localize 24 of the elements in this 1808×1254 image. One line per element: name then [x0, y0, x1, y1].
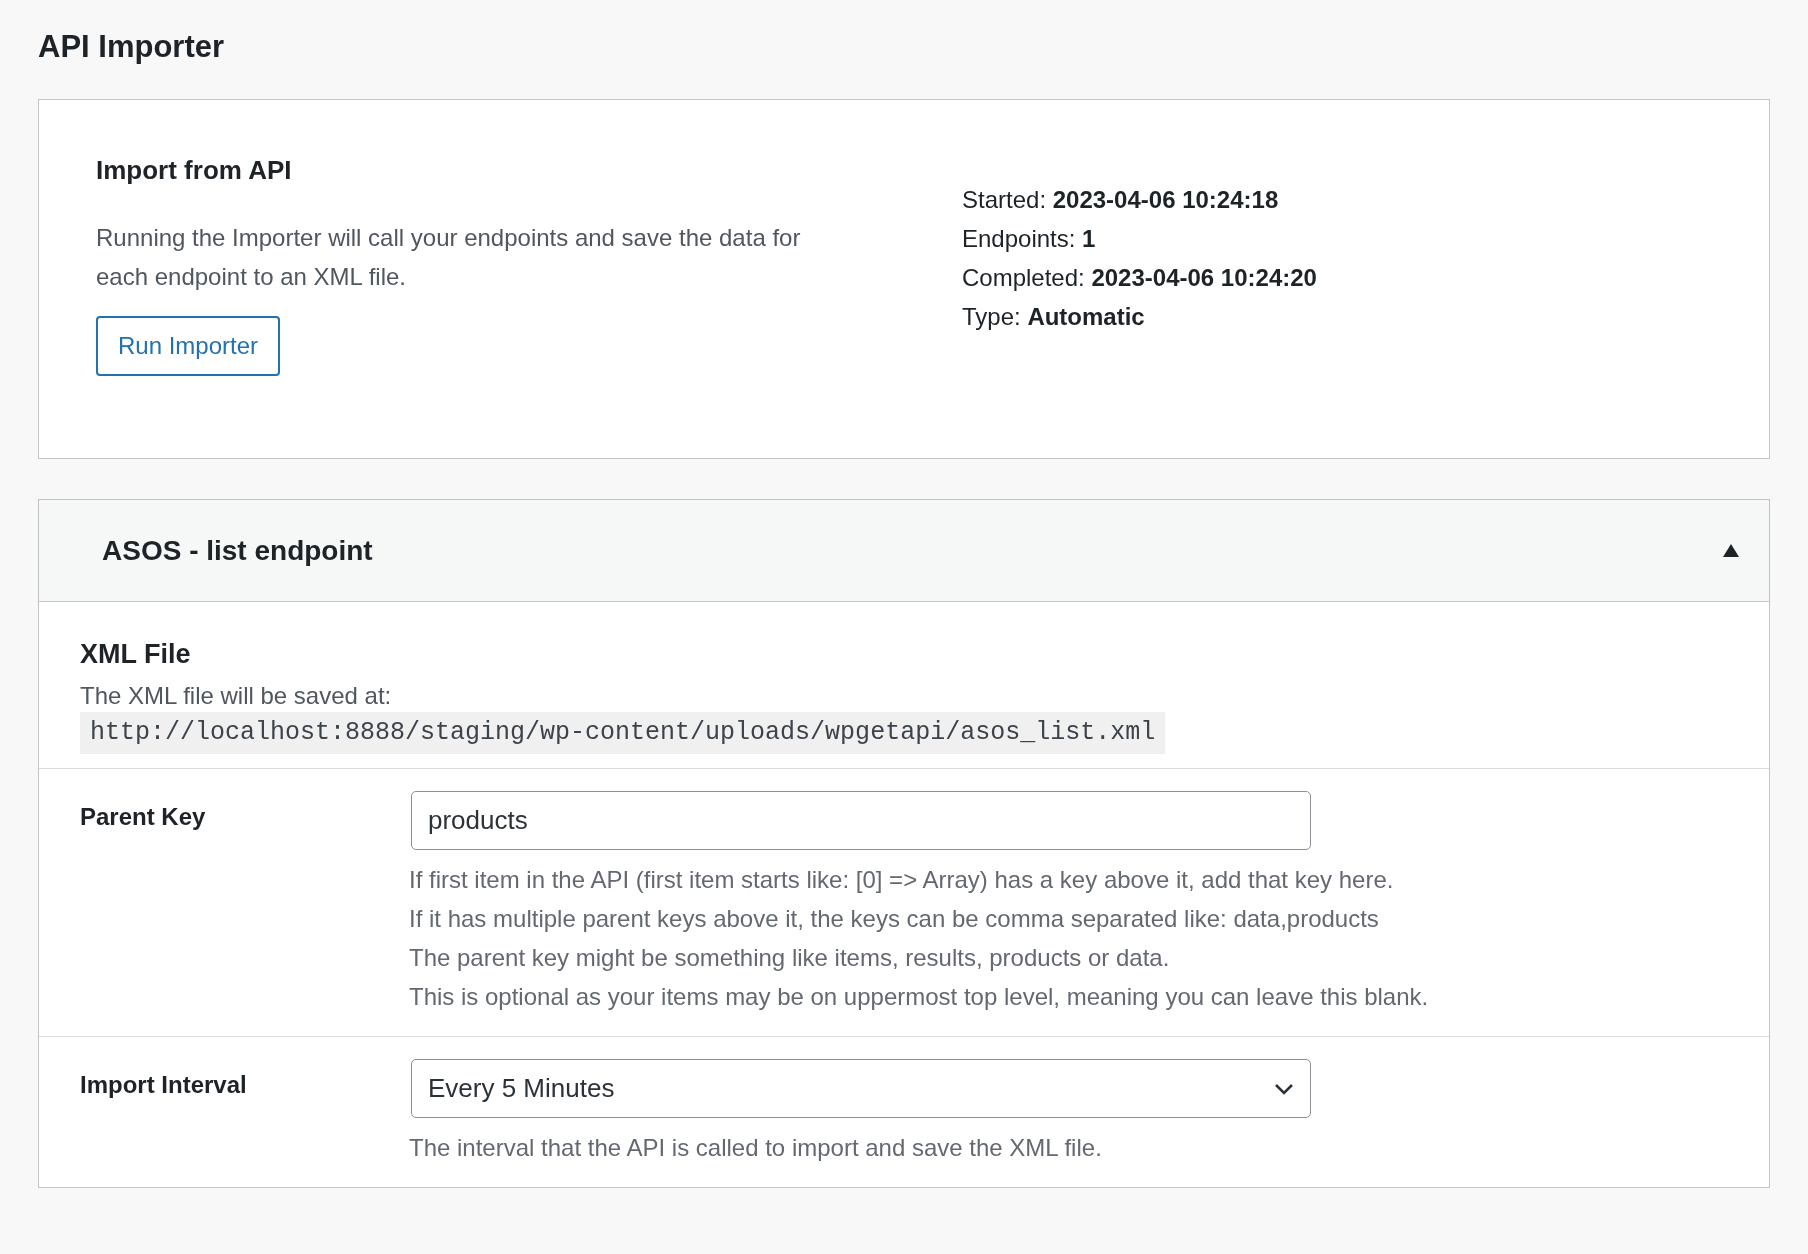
field-label: Import Interval	[80, 1070, 248, 1100]
help-text: If first item in the API (first item starts like: [0] => Array) has a key above it, add that key here.	[409, 865, 1395, 895]
xml-file-url: http://localhost:8888/staging/wp-content/uploads/wpgetapi/asos_list.xml	[80, 712, 1166, 754]
panel-title: ASOS - list endpoint	[102, 533, 373, 568]
xml-file-heading: XML File	[80, 638, 191, 671]
parent-key-field[interactable]: products	[411, 791, 1311, 850]
panel-header[interactable]: ASOS - list endpoint	[39, 500, 1769, 602]
stat-line: Started: 2023-04-06 10:24:18	[962, 185, 1280, 215]
chevron-down-icon	[1274, 1082, 1294, 1095]
run-importer-button[interactable]: Run Importer	[96, 316, 281, 376]
field-label: Parent Key	[80, 802, 207, 832]
help-text: This is optional as your items may be on uppermost top level, meaning you can leave this blank.	[409, 982, 1429, 1012]
page-title: API Importer	[38, 28, 226, 66]
section-heading: Import from API	[96, 154, 292, 187]
help-text: The interval that the API is called to import and save the XML file.	[409, 1133, 1103, 1163]
stat-line: Endpoints: 1	[962, 224, 1097, 254]
description-text: Running the Importer will call your endpoints and save the data for each endpoint to an XML file.	[96, 223, 802, 292]
collapse-triangle-icon[interactable]	[1723, 544, 1739, 557]
xml-file-description: The XML file will be saved at:	[80, 681, 392, 711]
stat-line: Completed: 2023-04-06 10:24:20	[962, 263, 1317, 293]
interval-select[interactable]: Every 5 Minutes	[411, 1059, 1311, 1118]
stat-line: Type: Automatic	[962, 302, 1146, 332]
help-text: The parent key might be something like items, results, products or data.	[409, 943, 1171, 973]
help-text: If it has multiple parent keys above it, the keys can be comma separated like: data,products	[409, 904, 1380, 934]
